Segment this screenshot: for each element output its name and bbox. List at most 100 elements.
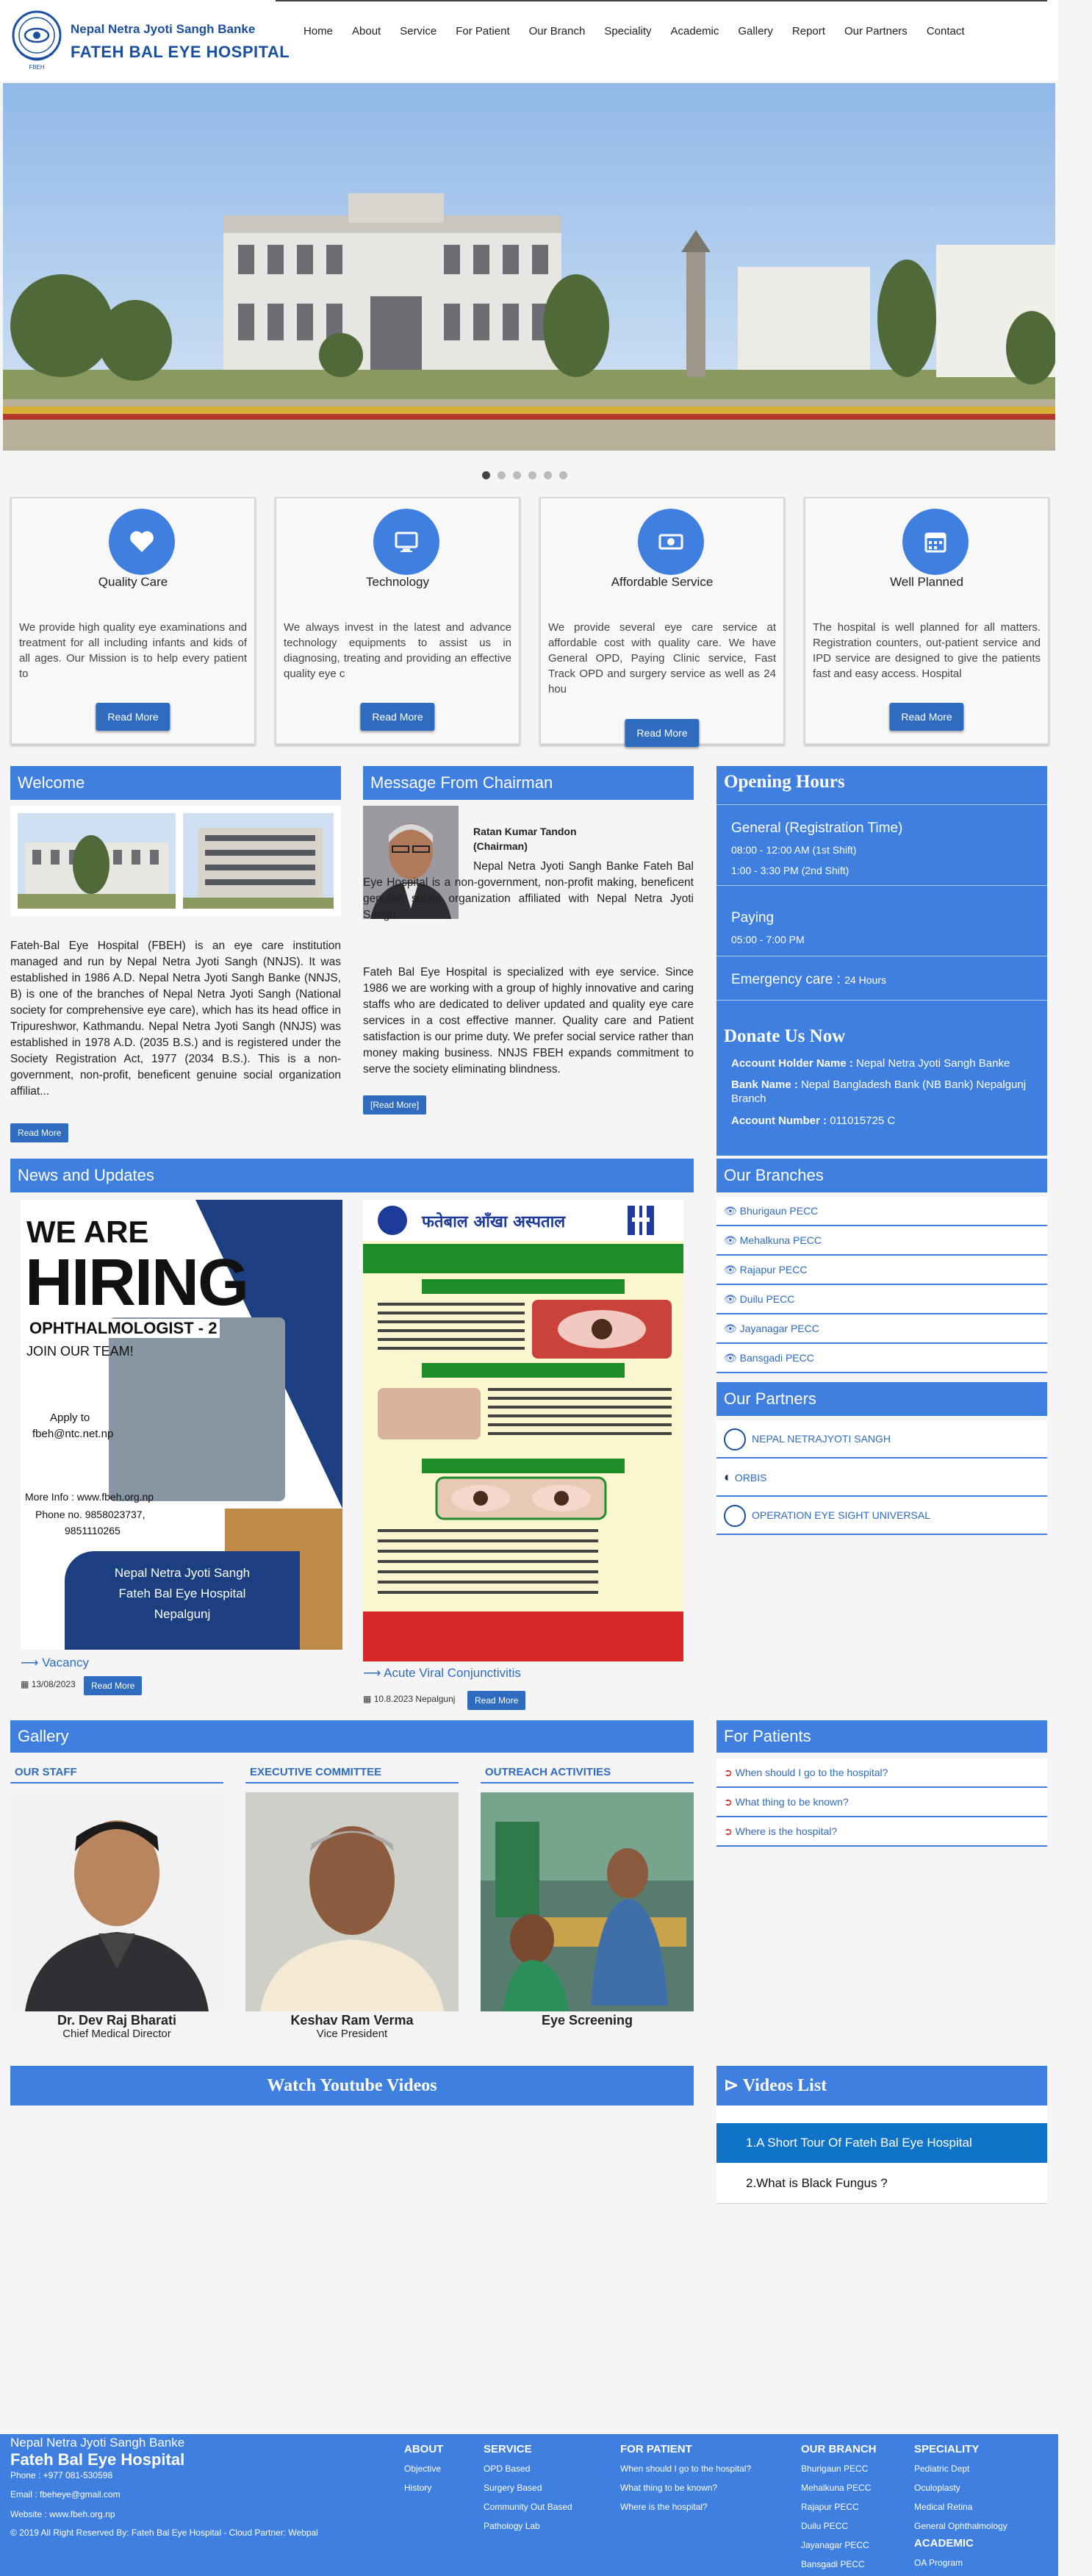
holder-value: Nepal Netra Jyoti Sangh Banke: [856, 1057, 1010, 1070]
branch-label: Mehalkuna PECC: [739, 1234, 822, 1246]
footer-link[interactable]: Surgery Based: [484, 2478, 572, 2497]
hero-carousel-image[interactable]: [3, 83, 1055, 451]
committee-role: Vice President: [316, 2028, 388, 2040]
footer-link[interactable]: Bhurigaun PECC: [801, 2459, 877, 2478]
nav-our-partners[interactable]: Our Partners: [835, 25, 917, 37]
heart-icon: [109, 509, 175, 575]
footer-email[interactable]: Email : fbeheye@gmail.com: [10, 2484, 348, 2505]
branch-label: Duilu PECC: [739, 1293, 795, 1305]
conj-read-more-button[interactable]: Read More: [467, 1691, 526, 1710]
carousel-dot[interactable]: [559, 471, 567, 479]
footer-link[interactable]: Bansgadi PECC: [801, 2555, 877, 2574]
vacancy-read-more-button[interactable]: Read More: [84, 1676, 143, 1695]
chairman-name: Ratan Kumar Tandon: [473, 826, 577, 837]
staff-photo[interactable]: [10, 1792, 223, 2011]
video-item-active[interactable]: 1.A Short Tour Of Fateh Bal Eye Hospital: [716, 2123, 1047, 2163]
nav-service[interactable]: Service: [390, 25, 446, 37]
footer-website[interactable]: Website : www.fbeh.org.np: [10, 2505, 348, 2524]
footer-link[interactable]: Objective: [404, 2459, 443, 2478]
chairman-role: (Chairman): [473, 840, 528, 852]
orbis-logo-icon: ◐: [724, 1470, 732, 1484]
nav-speciality[interactable]: Speciality: [595, 25, 661, 37]
conjunctivitis-link[interactable]: ⟶ Acute Viral Conjunctivitis: [363, 1666, 521, 1681]
footer-link[interactable]: Jayanagar PECC: [801, 2536, 877, 2555]
branch-item[interactable]: 👁 Bhurigaun PECC: [716, 1197, 1047, 1226]
nav-academic[interactable]: Academic: [661, 25, 729, 37]
video-title: 2.What is Black Fungus ?: [746, 2176, 888, 2190]
branch-item[interactable]: 👁 Rajapur PECC: [716, 1256, 1047, 1285]
conjunctivitis-poster[interactable]: फतेबाल आँखा अस्पताल: [363, 1200, 683, 1661]
site-footer: Nepal Netra Jyoti Sangh Banke Fateh Bal …: [0, 2434, 1058, 2576]
partner-item[interactable]: ◐ ORBIS: [716, 1459, 1047, 1497]
footer-link[interactable]: Pathology Lab: [484, 2516, 572, 2536]
read-more-button[interactable]: Read More: [96, 703, 170, 731]
carousel-dot[interactable]: [482, 471, 490, 479]
footer-link[interactable]: Community Out Based: [484, 2497, 572, 2516]
outreach-name: Eye Screening: [541, 2013, 633, 2028]
footer-link[interactable]: Mehalkuna PECC: [801, 2478, 877, 2497]
patient-faq-item[interactable]: ➲ What thing to be known?: [716, 1788, 1047, 1817]
partner-item[interactable]: NEPAL NETRAJYOTI SANGH: [716, 1420, 1047, 1459]
nav-report[interactable]: Report: [783, 25, 835, 37]
read-more-button[interactable]: Read More: [889, 703, 964, 731]
calendar-icon: ▦: [363, 1694, 372, 1704]
footer-link[interactable]: When should I go to the hospital?: [620, 2459, 751, 2478]
branch-item[interactable]: 👁 Jayanagar PECC: [716, 1314, 1047, 1344]
footer-link[interactable]: General Ophthalmology: [914, 2516, 1007, 2536]
welcome-read-more-button[interactable]: Read More: [10, 1123, 69, 1142]
patient-faq-item[interactable]: ➲ When should I go to the hospital?: [716, 1759, 1047, 1788]
footer-link[interactable]: Duilu PECC: [801, 2516, 877, 2536]
carousel-dot[interactable]: [513, 471, 521, 479]
partners-list: NEPAL NETRAJYOTI SANGH ◐ ORBIS OPERATION …: [716, 1420, 1047, 1535]
feature-text: We provide high quality eye examinations…: [19, 621, 247, 680]
branch-label: Bhurigaun PECC: [739, 1205, 819, 1217]
nav-home[interactable]: Home: [294, 25, 342, 37]
footer-link[interactable]: OA Program: [914, 2553, 1007, 2572]
nav-contact[interactable]: Contact: [917, 25, 974, 37]
feature-card-technology: Technology We always invest in the lates…: [275, 497, 520, 745]
footer-link[interactable]: Oculoplasty: [914, 2478, 1007, 2497]
poster-org2: Fateh Bal Eye Hospital: [118, 1586, 246, 1600]
carousel-dot[interactable]: [497, 471, 506, 479]
footer-link[interactable]: Medical Retina: [914, 2497, 1007, 2516]
nav-about[interactable]: About: [342, 25, 390, 37]
partner-item[interactable]: OPERATION EYE SIGHT UNIVERSAL: [716, 1497, 1047, 1535]
poster-line1: WE ARE: [26, 1214, 149, 1249]
welcome-text: Fateh-Bal Eye Hospital (FBEH) is an eye …: [10, 940, 341, 1098]
nav-for-patient[interactable]: For Patient: [446, 25, 519, 37]
vacancy-date-row: ▦ 13/08/2023: [21, 1679, 76, 1689]
video-item[interactable]: 2.What is Black Fungus ?: [716, 2163, 1047, 2204]
branch-item[interactable]: 👁 Bansgadi PECC: [716, 1344, 1047, 1373]
committee-photo[interactable]: [245, 1792, 459, 2011]
carousel-dot[interactable]: [544, 471, 552, 479]
site-logo[interactable]: FBEH Nepal Netra Jyoti Sangh Banke FATEH…: [10, 6, 290, 72]
footer-service: SERVICE OPD Based Surgery Based Communit…: [484, 2441, 572, 2536]
carousel-dot[interactable]: [528, 471, 536, 479]
nav-our-branch[interactable]: Our Branch: [520, 25, 595, 37]
footer-link[interactable]: History: [404, 2478, 443, 2497]
footer-link[interactable]: Rajapur PECC: [801, 2497, 877, 2516]
footer-org: Nepal Netra Jyoti Sangh Banke: [10, 2436, 185, 2450]
conj-date: 10.8.2023 Nepalgunj: [373, 1694, 456, 1704]
branch-item[interactable]: 👁 Mehalkuna PECC: [716, 1226, 1047, 1256]
footer-link[interactable]: What thing to be known?: [620, 2478, 751, 2497]
footer-link[interactable]: Where is the hospital?: [620, 2497, 751, 2516]
number-value: 011015725 C: [830, 1115, 896, 1127]
chairman-text-1-content: Nepal Netra Jyoti Sangh Banke Fateh Bal …: [363, 860, 694, 921]
footer-service-title: SERVICE: [484, 2443, 532, 2455]
read-more-button[interactable]: Read More: [360, 703, 435, 731]
donate-holder-row: Account Holder Name : Nepal Netra Jyoti …: [731, 1057, 1010, 1070]
read-more-button[interactable]: Read More: [625, 719, 700, 747]
footer-link[interactable]: Pediatric Dept: [914, 2459, 1007, 2478]
vacancy-poster[interactable]: WE ARE HIRING OPHTHALMOLOGIST - 2 JOIN O…: [21, 1200, 342, 1650]
patient-faq-item[interactable]: ➲ Where is the hospital?: [716, 1817, 1047, 1847]
chairman-read-more-button[interactable]: [Read More]: [363, 1095, 427, 1115]
vacancy-date: 13/08/2023: [31, 1679, 76, 1689]
poster-org: Nepal Netra Jyoti Sangh Fateh Bal Eye Ho…: [65, 1551, 300, 1625]
nav-gallery[interactable]: Gallery: [728, 25, 783, 37]
branch-item[interactable]: 👁 Duilu PECC: [716, 1285, 1047, 1314]
vacancy-link[interactable]: ⟶ Vacancy: [21, 1656, 89, 1670]
gallery-title: Gallery: [10, 1720, 694, 1753]
outreach-photo[interactable]: [481, 1792, 694, 2011]
footer-link[interactable]: OPD Based: [484, 2459, 572, 2478]
